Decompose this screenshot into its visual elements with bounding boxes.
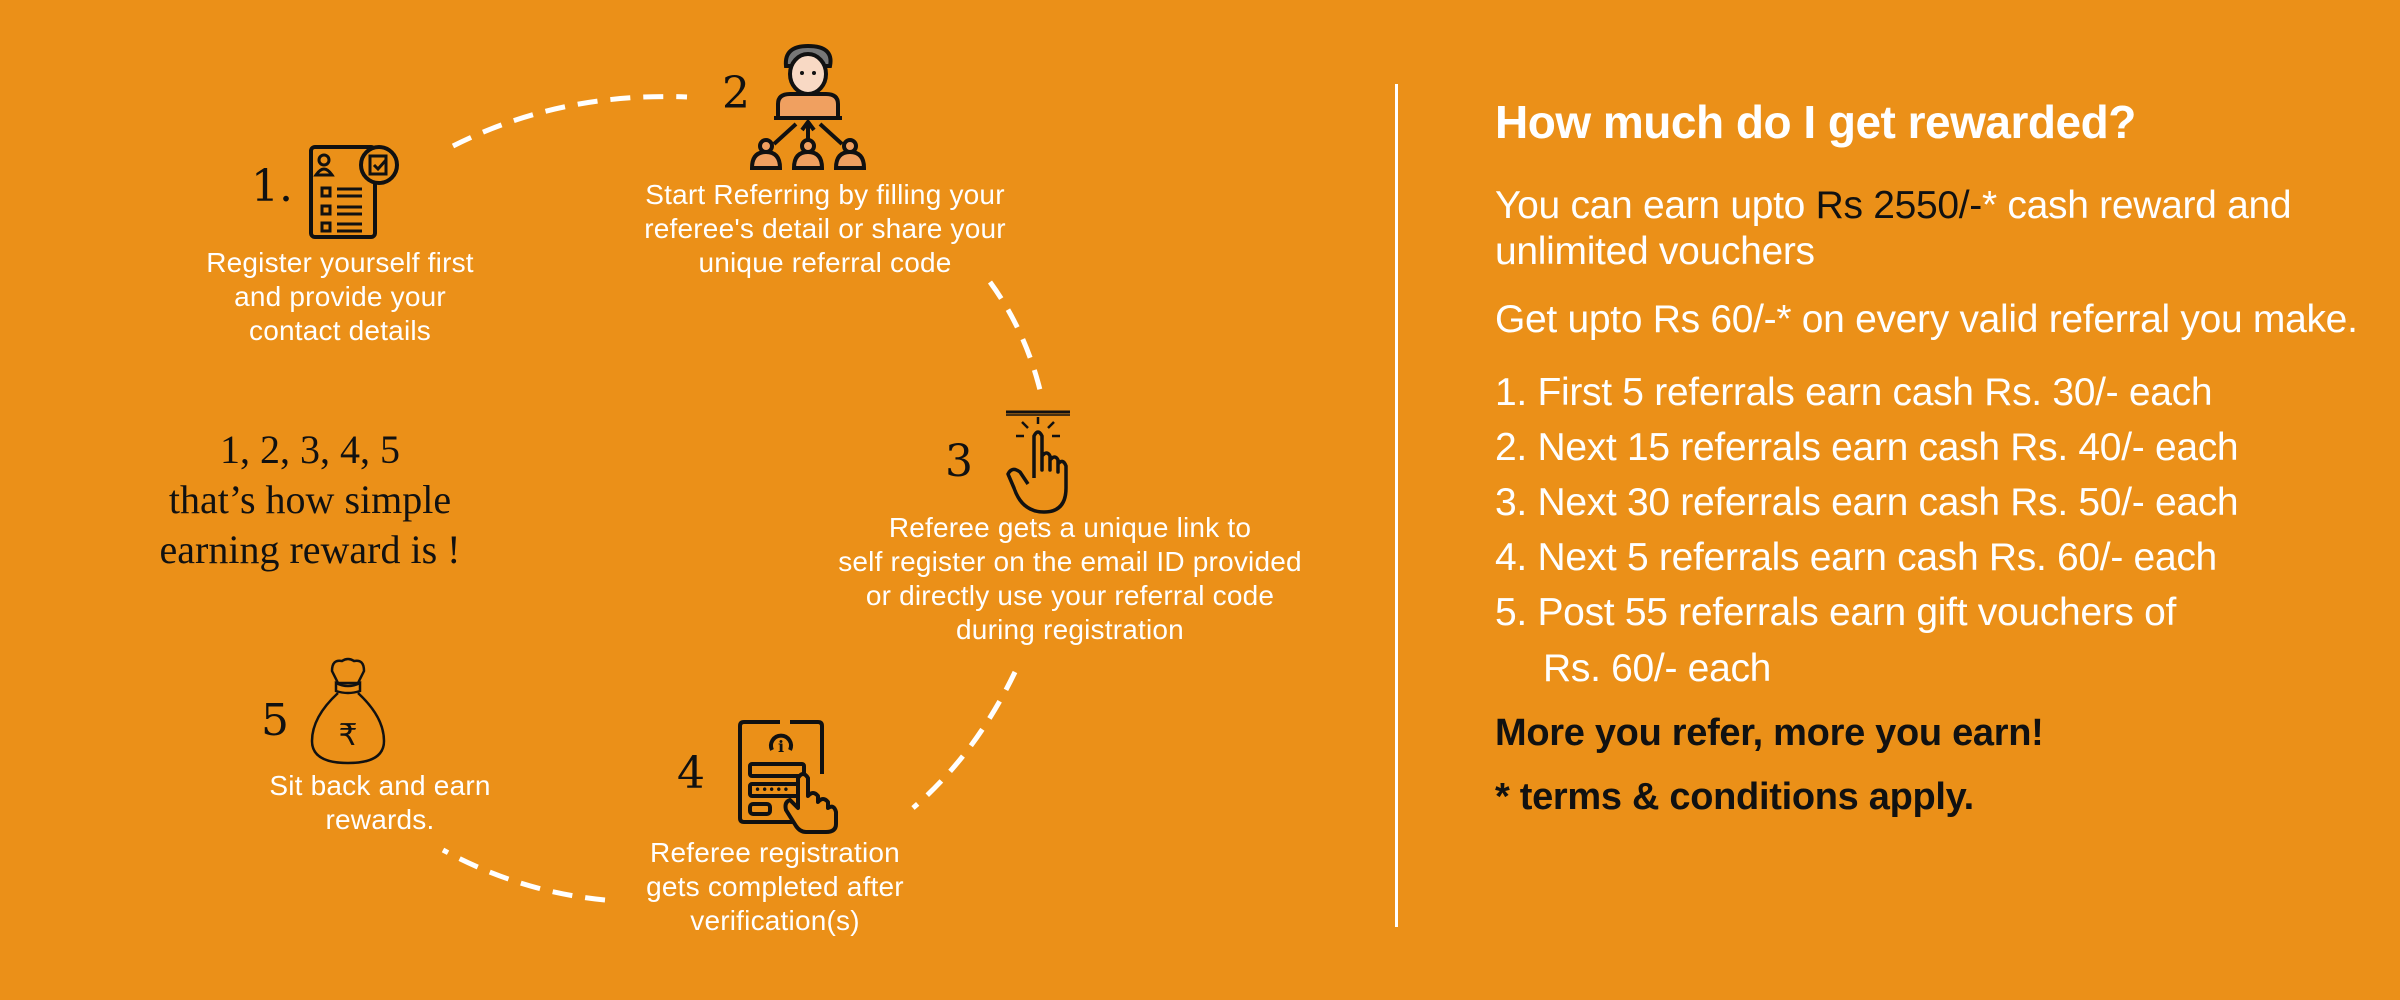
per-referral-text: Get upto Rs 60/-* on every valid referra… — [1495, 298, 2358, 341]
arc-step4-to-step5 — [441, 847, 606, 903]
rewards-panel: How much do I get rewarded? You can earn… — [1495, 95, 2375, 822]
rewards-intro: You can earn upto Rs 2550/-* cash reward… — [1495, 184, 2292, 273]
step-4-number: 4 — [677, 748, 705, 799]
terms-note: * terms & conditions apply. — [1495, 776, 1974, 818]
reward-tier: 5. Post 55 referrals earn gift vouchers … — [1495, 591, 2177, 690]
svg-text:i: i — [778, 737, 784, 756]
max-reward-amount: Rs 2550/- — [1815, 184, 1983, 227]
reward-tier: 2. Next 15 referrals earn cash Rs. 40/- … — [1495, 426, 2239, 469]
reward-tier: 4. Next 5 referrals earn cash Rs. 60/- e… — [1495, 536, 2217, 579]
svg-text:₹: ₹ — [338, 718, 357, 753]
step-2-description: Start Referring by filling your referee'… — [644, 179, 1006, 278]
arc-step1-to-step2 — [451, 94, 688, 149]
step-1-number: 1. — [251, 161, 293, 212]
tap-hand-icon — [1000, 408, 1080, 518]
motto-text: More you refer, more you earn! — [1495, 712, 2044, 754]
svg-text:•••••: ••••• — [754, 783, 789, 797]
rewards-title: How much do I get rewarded? — [1495, 96, 2136, 148]
vertical-divider — [1395, 84, 1398, 927]
step-5-number: 5 — [261, 695, 289, 746]
reward-tier: 3. Next 30 referrals earn cash Rs. 50/- … — [1495, 481, 2239, 524]
step-1-description: Register yourself first and provide your… — [206, 247, 474, 346]
step-5-description: Sit back and earn rewards. — [269, 770, 491, 835]
step-4-description: Referee registration gets completed afte… — [646, 837, 904, 936]
tagline: 1, 2, 3, 4, 5 that’s how simple earning … — [159, 427, 461, 572]
reward-tier: 1. First 5 referrals earn cash Rs. 30/- … — [1495, 371, 2213, 414]
arc-step2-to-step3 — [987, 280, 1043, 391]
signup-form-icon: i ••••• — [738, 718, 844, 836]
arc-step3-to-step4 — [911, 670, 1018, 810]
step-3-number: 3 — [945, 436, 973, 487]
referral-network-icon — [744, 42, 874, 172]
registration-form-icon — [307, 143, 403, 243]
rupee-money-bag-icon: ₹ — [308, 655, 388, 767]
reward-tiers-list: 1. First 5 referrals earn cash Rs. 30/- … — [1495, 365, 2375, 698]
step-3-description: Referee gets a unique link to self regis… — [838, 512, 1302, 645]
